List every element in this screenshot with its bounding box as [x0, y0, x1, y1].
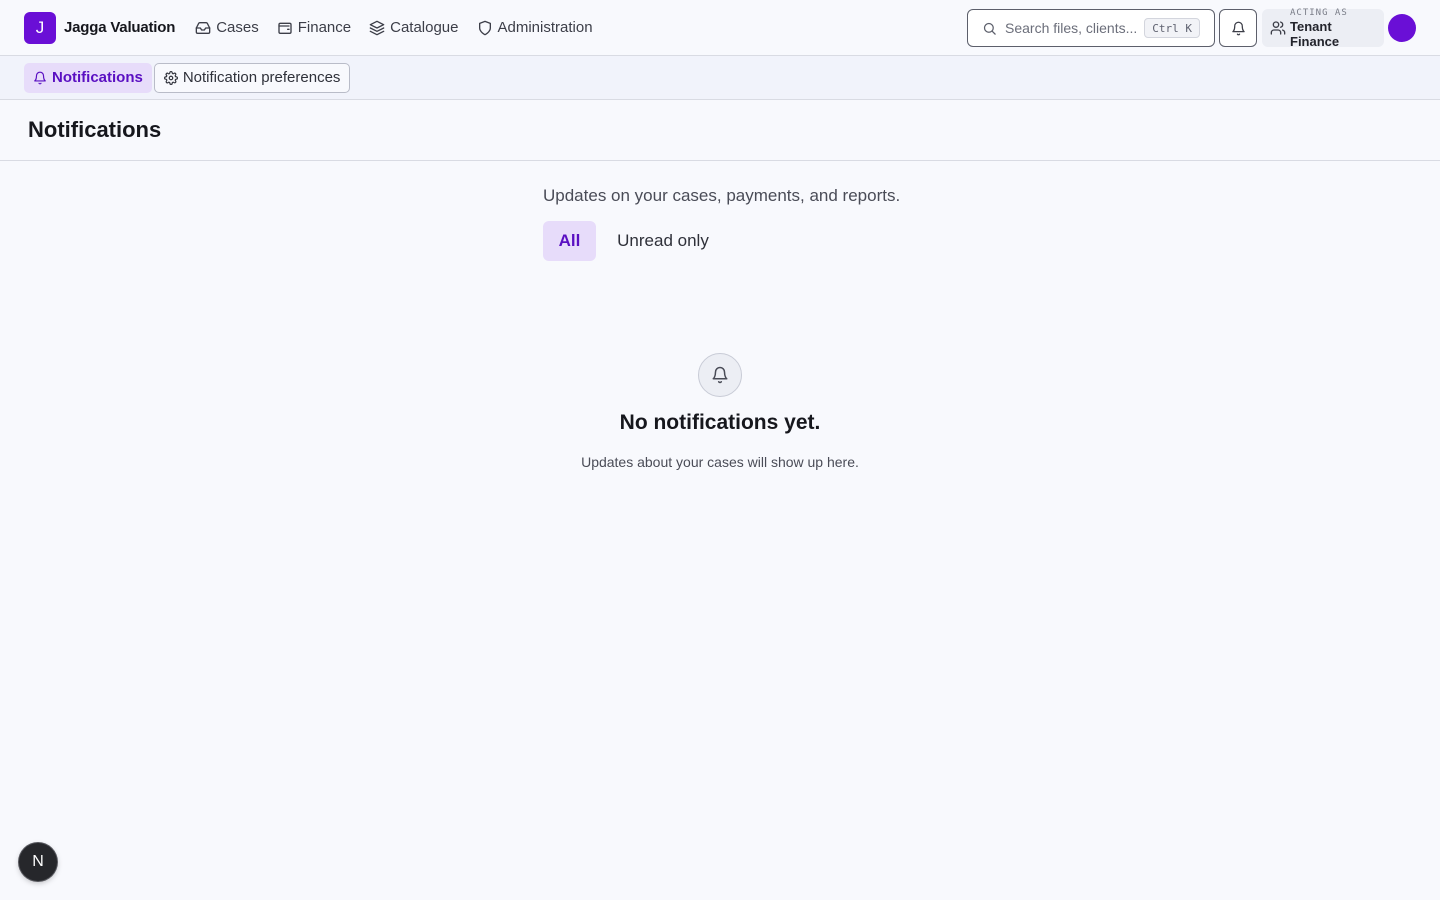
dev-tools-badge[interactable]: N: [19, 843, 57, 881]
page-title: Notifications: [28, 117, 162, 142]
empty-state-title: No notifications yet.: [619, 411, 821, 434]
brand[interactable]: J Jagga Valuation: [24, 11, 176, 44]
users-icon: [1270, 20, 1286, 36]
brand-logo: J: [24, 11, 56, 44]
search-placeholder: Search files, clients...: [1005, 20, 1138, 36]
nav-label-administration: Administration: [497, 19, 593, 36]
search-shortcut: Ctrl K: [1144, 18, 1200, 38]
wallet-icon: [277, 20, 298, 36]
nav-item-administration[interactable]: Administration: [477, 19, 593, 36]
search-icon: [982, 21, 997, 36]
nav-item-cases[interactable]: Cases: [195, 19, 259, 36]
sub-nav: Notifications Notification preferences: [0, 56, 1440, 100]
bell-icon: [33, 71, 52, 85]
main-nav: Cases Finance Catalogue Administration: [195, 19, 610, 36]
page-header: Notifications: [0, 100, 1440, 161]
empty-state-description: Updates about your cases will show up he…: [581, 454, 859, 470]
tab-preferences-label: Notification preferences: [182, 69, 341, 86]
empty-state-bell-icon: [698, 353, 742, 397]
notifications-button[interactable]: [1219, 9, 1257, 47]
tab-notifications-label: Notifications: [52, 69, 143, 86]
layers-icon: [369, 20, 390, 36]
nav-item-catalogue[interactable]: Catalogue: [369, 19, 459, 36]
filter-unread-button[interactable]: Unread only: [604, 221, 722, 261]
search-input[interactable]: Search files, clients... Ctrl K: [967, 9, 1215, 47]
inbox-icon: [195, 20, 216, 36]
brand-name: Jagga Valuation: [64, 19, 176, 36]
shield-icon: [477, 20, 498, 36]
filter-all-button[interactable]: All: [543, 221, 596, 261]
nav-item-finance[interactable]: Finance: [277, 19, 351, 36]
acting-as-switcher[interactable]: ACTING AS Tenant Finance: [1262, 7, 1384, 49]
nav-label-catalogue: Catalogue: [390, 19, 459, 36]
avatar[interactable]: [1388, 14, 1416, 42]
nav-label-cases: Cases: [216, 19, 259, 36]
nav-label-finance: Finance: [297, 19, 352, 36]
acting-as-label: ACTING AS: [1290, 7, 1348, 18]
bell-icon: [1231, 21, 1246, 36]
top-bar: J Jagga Valuation Cases Finance Catalogu…: [0, 0, 1440, 56]
tab-notification-preferences[interactable]: Notification preferences: [153, 62, 351, 93]
tab-notifications[interactable]: Notifications: [24, 62, 152, 93]
acting-as-name: Tenant Finance: [1290, 18, 1340, 49]
gear-icon: [163, 70, 183, 85]
page-subtitle: Updates on your cases, payments, and rep…: [543, 186, 901, 205]
